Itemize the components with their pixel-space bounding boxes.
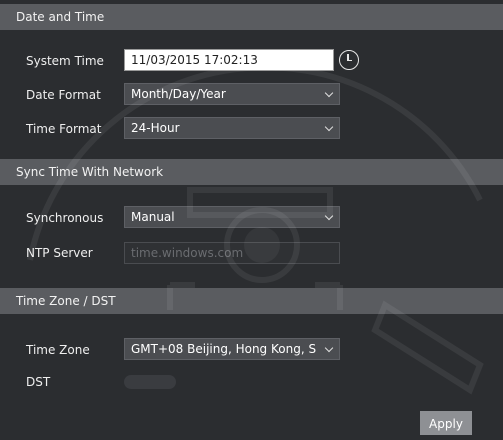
- ntp-server-input[interactable]: time.windows.com: [124, 242, 340, 264]
- section-header-sync: Sync Time With Network: [0, 159, 503, 185]
- time-format-label: Time Format: [26, 122, 102, 136]
- ntp-server-label: NTP Server: [26, 246, 93, 260]
- time-format-select[interactable]: 24-Hour: [124, 117, 340, 139]
- system-time-label: System Time: [26, 54, 104, 68]
- dst-toggle[interactable]: [124, 375, 176, 389]
- clock-icon[interactable]: [339, 50, 359, 70]
- system-time-field[interactable]: 11/03/2015 17:02:13: [124, 49, 334, 71]
- time-zone-label: Time Zone: [26, 343, 90, 357]
- time-zone-select[interactable]: GMT+08 Beijing, Hong Kong, S: [124, 338, 340, 360]
- synchronous-label: Synchronous: [26, 211, 104, 225]
- synchronous-select[interactable]: Manual: [124, 206, 340, 228]
- date-format-select[interactable]: Month/Day/Year: [124, 83, 340, 105]
- apply-button[interactable]: Apply: [420, 411, 472, 435]
- date-format-label: Date Format: [26, 88, 101, 102]
- section-header-date-time: Date and Time: [0, 4, 503, 30]
- section-header-timezone: Time Zone / DST: [0, 288, 503, 314]
- dst-label: DST: [26, 375, 51, 389]
